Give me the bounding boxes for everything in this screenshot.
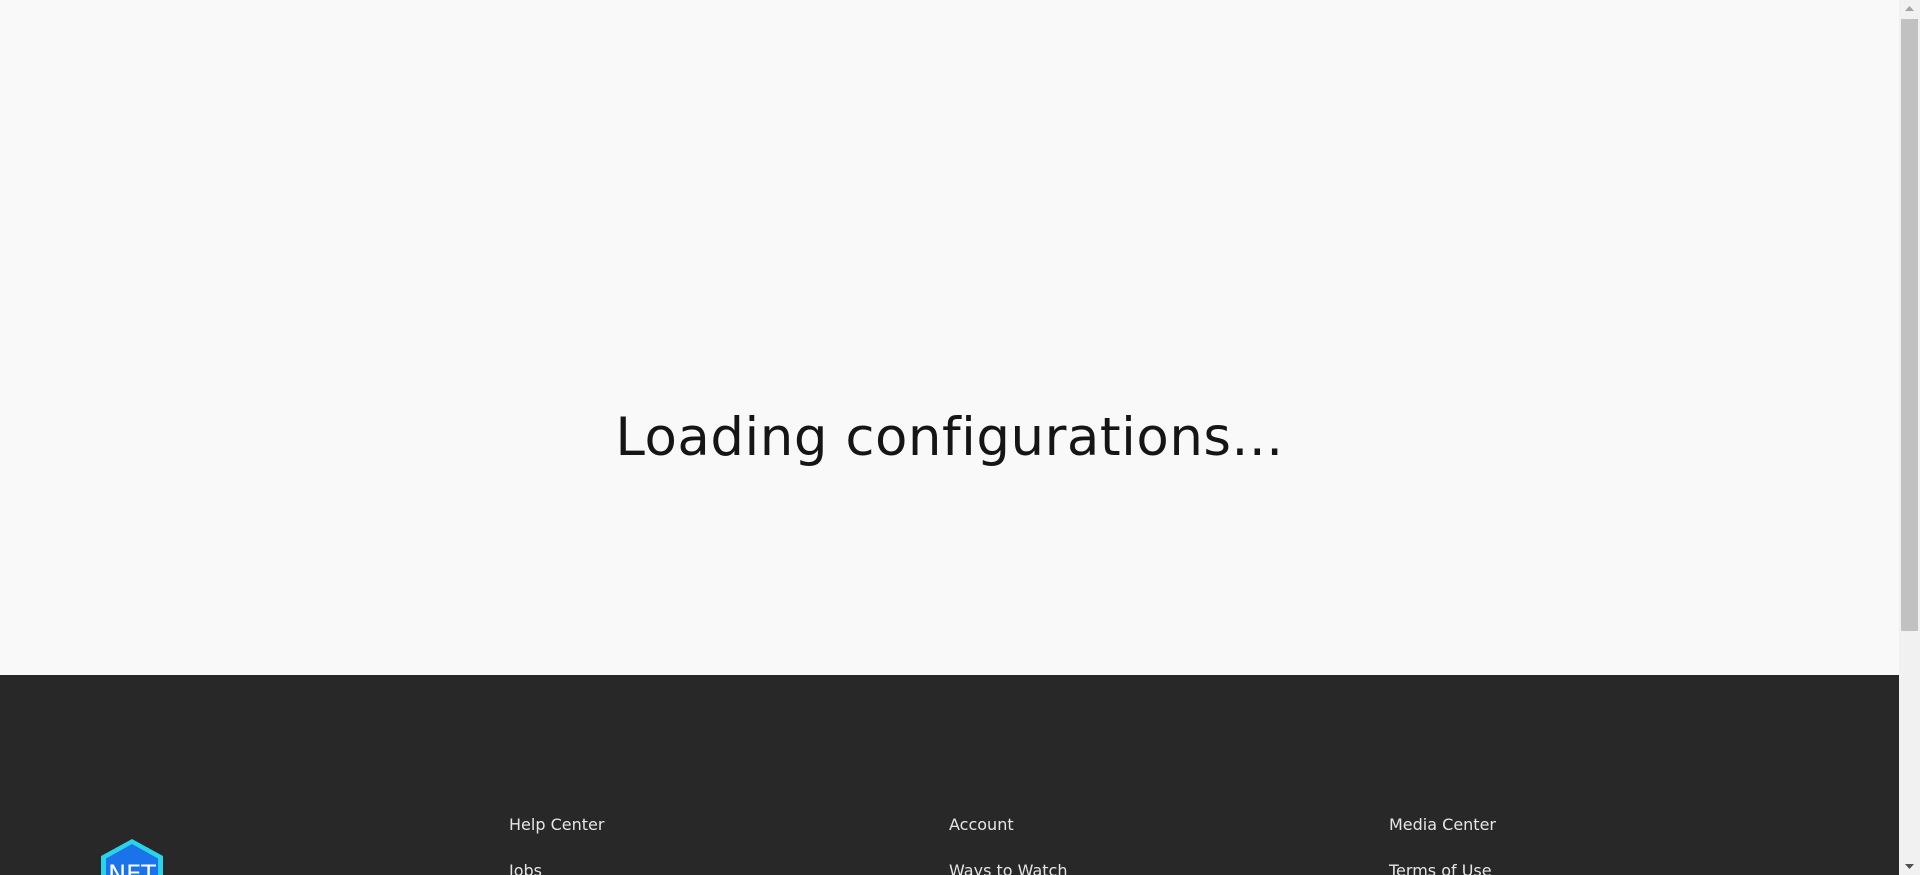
footer: NET Help Center Jobs Account Ways to Wat… — [0, 675, 1899, 875]
page: Loading configurations... NET Help Cente… — [0, 0, 1899, 875]
footer-link-help-center[interactable]: Help Center — [509, 815, 604, 835]
scroll-down-arrow-icon[interactable] — [1899, 858, 1920, 875]
loading-message: Loading configurations... — [615, 407, 1284, 468]
logo-text: NET — [108, 860, 156, 875]
hexagon-logo-icon: NET — [101, 839, 163, 875]
footer-column-3: Media Center Terms of Use — [1389, 815, 1496, 875]
scroll-up-arrow-icon[interactable] — [1899, 0, 1920, 17]
footer-link-account[interactable]: Account — [949, 815, 1067, 835]
footer-link-ways-to-watch[interactable]: Ways to Watch — [949, 861, 1067, 875]
scroll-thumb[interactable] — [1901, 19, 1918, 631]
footer-link-media-center[interactable]: Media Center — [1389, 815, 1496, 835]
main-content: Loading configurations... — [0, 0, 1899, 675]
footer-column-2: Account Ways to Watch — [949, 815, 1067, 875]
vertical-scrollbar[interactable] — [1899, 0, 1920, 875]
footer-link-jobs[interactable]: Jobs — [509, 861, 604, 875]
brand-logo[interactable]: NET — [97, 837, 167, 875]
footer-column-1: Help Center Jobs — [509, 815, 604, 875]
footer-link-terms-of-use[interactable]: Terms of Use — [1389, 861, 1496, 875]
